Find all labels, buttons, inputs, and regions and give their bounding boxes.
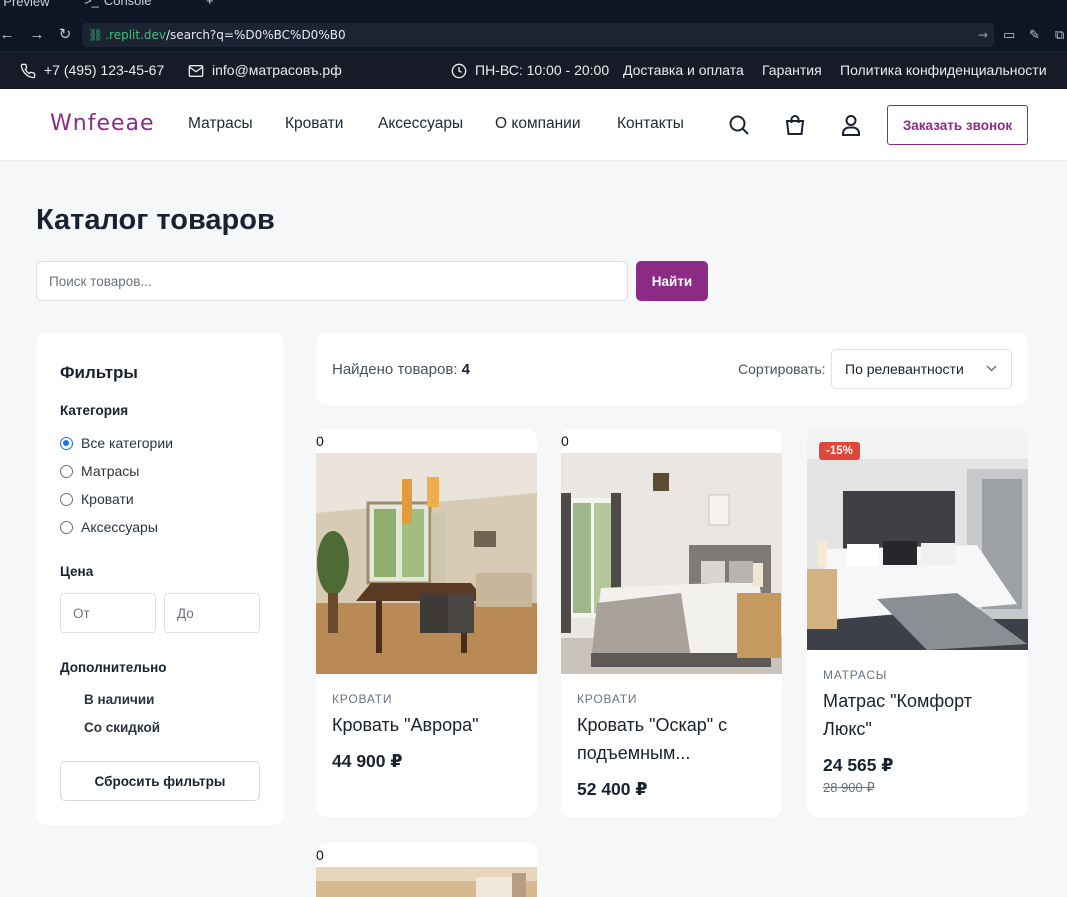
reload-icon[interactable]: ↻ <box>56 26 74 44</box>
back-arrow-icon[interactable]: ← <box>0 26 16 44</box>
phone-icon <box>20 63 36 78</box>
product-card[interactable]: -15% МАТРАСЫ Матрас "Комфорт Люкс" 24 56… <box>807 429 1028 817</box>
privacy-link[interactable]: Политика конфиденциальности <box>840 52 1047 89</box>
results-toolbar: Найдено товаров: 4 Сортировать: По релев… <box>316 333 1028 405</box>
product-counter: 0 <box>316 847 324 863</box>
category-option-accessories[interactable]: Аксессуары <box>60 519 158 535</box>
radio[interactable] <box>60 520 73 534</box>
forward-arrow-icon[interactable]: → <box>28 26 46 44</box>
request-callback-button[interactable]: Заказать звонок <box>887 105 1028 145</box>
product-price: 52 400 ₽ <box>577 779 648 799</box>
external-link-icon[interactable]: ⧉ <box>1055 27 1064 43</box>
sort-select[interactable]: По релевантности <box>831 349 1012 389</box>
site-header: Wnfeeae Матрасы Кровати Аксессуары О ком… <box>0 89 1067 161</box>
search-button[interactable]: Найти <box>636 261 708 301</box>
category-option-all[interactable]: Все категории <box>60 435 173 451</box>
link-icon: ⛓ <box>88 28 104 42</box>
discount-badge: -15% <box>819 442 860 460</box>
radio[interactable] <box>60 464 73 478</box>
nav-beds[interactable]: Кровати <box>285 115 343 133</box>
site-logo[interactable]: Wnfeeae <box>50 111 155 136</box>
hotel-bed-photo[interactable] <box>807 429 1028 650</box>
product-counter: 0 <box>316 433 324 449</box>
product-category: КРОВАТИ <box>332 692 393 706</box>
product-counter: 0 <box>561 433 569 449</box>
filters-title: Фильтры <box>60 363 138 382</box>
radio[interactable] <box>60 492 73 506</box>
tab-console[interactable]: >_ Console <box>84 0 152 8</box>
nav-mattresses[interactable]: Матрасы <box>188 115 253 133</box>
nav-contacts[interactable]: Контакты <box>617 115 684 133</box>
tab-preview[interactable]: ▭ Preview <box>0 0 49 9</box>
dining-room-photo[interactable] <box>316 453 537 674</box>
price-label: Цена <box>60 564 94 579</box>
product-category: КРОВАТИ <box>577 692 638 706</box>
user-icon[interactable] <box>839 113 863 137</box>
product-name[interactable]: Кровать "Оскар" с подъемным... <box>577 711 772 767</box>
wrench-icon[interactable]: ✎ <box>1029 27 1040 43</box>
category-label: Категория <box>60 403 129 418</box>
devices-icon[interactable]: ▭ <box>1003 27 1015 43</box>
search-icon[interactable] <box>727 113 751 137</box>
filters-panel: Фильтры Категория Все категории Матрасы … <box>36 333 284 825</box>
product-category: МАТРАСЫ <box>823 668 888 682</box>
warranty-link[interactable]: Гарантия <box>762 52 822 89</box>
discount-option[interactable]: Со скидкой <box>84 720 160 735</box>
mail-icon <box>188 64 204 77</box>
url-field[interactable]: ⛓ .replit.dev/search?q=%D0%BC%D0%B0 → <box>82 23 994 47</box>
working-hours: ПН-ВС: 10:00 - 20:00 <box>451 52 609 89</box>
phone-contact[interactable]: +7 (495) 123-45-67 <box>20 52 164 89</box>
results-count: Найдено товаров: 4 <box>332 361 470 378</box>
page-title: Каталог товаров <box>36 204 275 236</box>
price-from-input[interactable] <box>60 593 156 633</box>
in-stock-option[interactable]: В наличии <box>84 692 154 707</box>
nav-about[interactable]: О компании <box>495 115 581 133</box>
chevron-down-icon <box>986 350 997 402</box>
product-price: 24 565 ₽ <box>823 755 894 775</box>
category-option-beds[interactable]: Кровати <box>60 491 134 507</box>
catalog-search-input[interactable] <box>36 261 628 301</box>
go-arrow-icon[interactable]: → <box>978 23 988 47</box>
clock-icon <box>451 63 467 78</box>
browser-address-bar: ← → ↻ ⛓ .replit.dev/search?q=%D0%BC%D0%B0… <box>0 18 1067 52</box>
extra-label: Дополнительно <box>60 660 167 675</box>
sort-label: Сортировать: <box>738 361 826 377</box>
product-card[interactable]: 0 <box>316 843 537 897</box>
browser-tab-strip: ▭ Preview >_ Console + <box>0 0 1067 18</box>
terminal-icon: >_ <box>84 0 99 8</box>
product-name[interactable]: Кровать "Аврора" <box>332 711 527 739</box>
product-price: 44 900 ₽ <box>332 751 403 771</box>
bedroom-photo[interactable] <box>561 453 782 674</box>
delivery-link[interactable]: Доставка и оплата <box>623 52 744 89</box>
reset-filters-button[interactable]: Сбросить фильтры <box>60 761 260 801</box>
shopping-bag-icon[interactable] <box>783 113 807 137</box>
product-old-price: 28 900 ₽ <box>823 780 875 795</box>
new-tab-button[interactable]: + <box>206 0 214 8</box>
price-to-input[interactable] <box>164 593 260 633</box>
product-name[interactable]: Матрас "Комфорт Люкс" <box>823 687 1018 743</box>
email-contact[interactable]: info@матрасовъ.рф <box>188 52 342 89</box>
room-photo[interactable] <box>316 867 537 897</box>
product-card[interactable]: 0 КРОВАТИ Кровать "Оскар" с подъемным...… <box>561 429 782 817</box>
radio-checked[interactable] <box>60 436 73 450</box>
category-option-mattresses[interactable]: Матрасы <box>60 463 139 479</box>
nav-accessories[interactable]: Аксессуары <box>378 115 463 133</box>
product-card[interactable]: 0 КРОВАТИ Кровать "Аврора" 44 900 ₽ <box>316 429 537 817</box>
contact-bar: +7 (495) 123-45-67 info@матрасовъ.рф ПН-… <box>0 52 1067 89</box>
